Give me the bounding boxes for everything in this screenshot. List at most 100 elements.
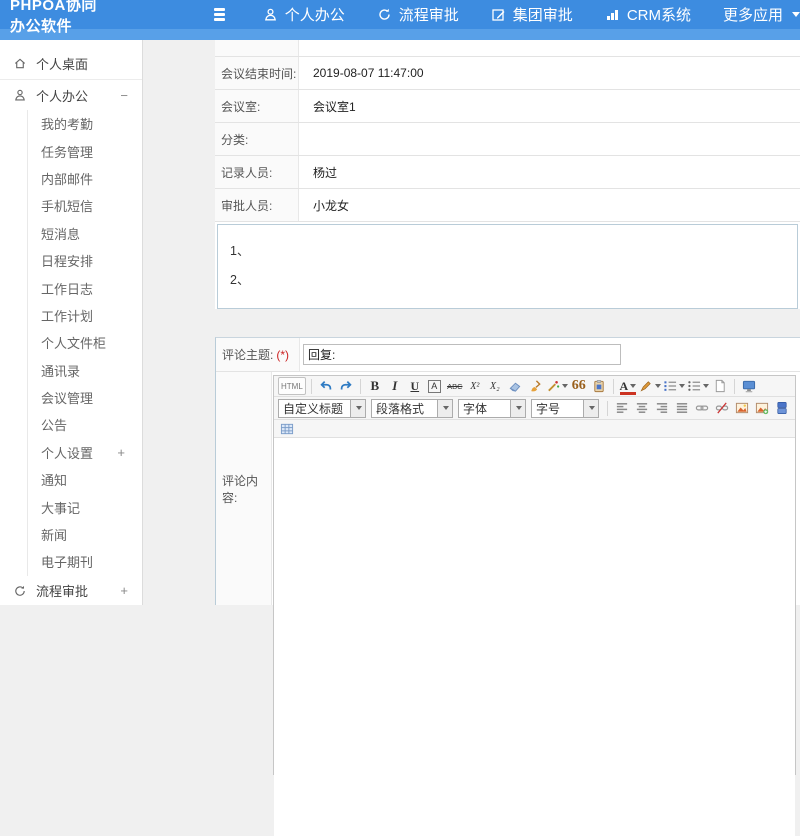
sidebar: 个人桌面 个人办公 − 我的考勤 任务管理 内部邮件 手机短信 短消息 日程安排… (0, 40, 143, 605)
table-row (215, 40, 800, 57)
dropdown-caret (589, 406, 595, 410)
edit-icon (491, 7, 506, 22)
redo-button[interactable] (337, 377, 355, 395)
font-color-button[interactable]: A (619, 377, 637, 395)
dropdown-caret (655, 384, 661, 388)
toolbar-separator (613, 379, 614, 394)
html-source-button[interactable]: HTML (278, 377, 306, 395)
sidebar-item-work-plan[interactable]: 工作计划 (28, 302, 142, 329)
sidebar-item-memorabilia[interactable]: 大事记 (28, 493, 142, 520)
toolbar-separator (360, 379, 361, 394)
char-border-button[interactable]: A (426, 377, 444, 395)
comment-subject-label: 评论主题: (222, 346, 273, 363)
superscript-button[interactable]: X² (466, 377, 484, 395)
editor-content-area[interactable] (274, 438, 795, 836)
magic-wand-icon (546, 379, 560, 393)
align-left-button[interactable] (613, 399, 631, 417)
dropdown-caret (356, 406, 362, 410)
new-page-button[interactable] (711, 377, 729, 395)
sidebar-item-personal-settings[interactable]: 个人设置+ (28, 439, 142, 466)
sidebar-item-meeting-management[interactable]: 会议管理 (28, 384, 142, 411)
marker-pen-icon (639, 379, 653, 393)
unordered-list-button[interactable] (687, 377, 709, 395)
blank-page-icon (713, 379, 727, 393)
sidebar-item-desktop[interactable]: 个人桌面 (0, 47, 142, 80)
unlink-button[interactable] (713, 399, 731, 417)
user-icon (13, 88, 27, 102)
main-menu: 个人办公 流程审批 集团审批 CRM系统 更多应用 (263, 4, 800, 25)
custom-title-select[interactable]: 自定义标题 (278, 399, 366, 418)
blockquote-button[interactable]: 66 (570, 377, 588, 395)
sidebar-item-attendance[interactable]: 我的考勤 (28, 110, 142, 137)
align-center-button[interactable] (633, 399, 651, 417)
sidebar-item-work-log[interactable]: 工作日志 (28, 274, 142, 301)
italic-button[interactable]: I (386, 377, 404, 395)
strikethrough-button[interactable]: ABC (446, 377, 464, 395)
sidebar-item-short-message[interactable]: 短消息 (28, 220, 142, 247)
sidebar-item-announcement[interactable]: 公告 (28, 411, 142, 438)
sidebar-item-file-cabinet[interactable]: 个人文件柜 (28, 329, 142, 356)
table-row: 分类: (215, 123, 800, 156)
clipboard-icon (592, 379, 606, 393)
sidebar-item-contacts[interactable]: 通讯录 (28, 357, 142, 384)
monitor-icon (742, 379, 756, 393)
required-mark: (*) (276, 348, 289, 362)
chevron-down-icon (792, 12, 800, 17)
dropdown-caret (630, 384, 636, 388)
fullscreen-button[interactable] (740, 377, 758, 395)
format-brush-button[interactable] (526, 377, 544, 395)
nav-more-apps[interactable]: 更多应用 (723, 4, 800, 25)
paragraph-format-select[interactable]: 段落格式 (371, 399, 453, 418)
section-divider (215, 309, 800, 337)
dropdown-caret (679, 384, 685, 388)
dropdown-caret (516, 406, 522, 410)
meeting-content-box: 1、 2、 (217, 224, 798, 309)
hamburger-menu-icon[interactable] (214, 6, 225, 24)
sidebar-item-news[interactable]: 新闻 (28, 521, 142, 548)
highlight-button[interactable] (639, 377, 661, 395)
sidebar-item-internal-mail[interactable]: 内部邮件 (28, 165, 142, 192)
paste-button[interactable] (590, 377, 608, 395)
subscript-button[interactable]: X₂ (486, 377, 504, 395)
nav-personal-office[interactable]: 个人办公 (263, 4, 345, 25)
nav-group-approval[interactable]: 集团审批 (491, 4, 573, 25)
cycle-icon (13, 584, 27, 598)
expand-toggle[interactable]: + (117, 445, 125, 460)
field-label: 会议室: (215, 90, 299, 122)
ordered-list-button[interactable] (663, 377, 685, 395)
autotypeset-button[interactable] (546, 377, 568, 395)
cycle-icon (377, 7, 392, 22)
underline-button[interactable]: U (406, 377, 424, 395)
sidebar-item-sms[interactable]: 手机短信 (28, 192, 142, 219)
expand-toggle[interactable]: + (120, 583, 128, 598)
rich-text-editor: HTML B I U A ABC X² X₂ (273, 375, 796, 775)
insert-media-button[interactable] (773, 399, 791, 417)
sidebar-item-workflow-approval[interactable]: 流程审批 + (0, 576, 142, 606)
collapse-toggle[interactable]: − (120, 88, 128, 103)
sidebar-item-e-journal[interactable]: 电子期刊 (28, 548, 142, 575)
sidebar-item-personal-office[interactable]: 个人办公 − (0, 80, 142, 110)
image-upload-icon (755, 401, 769, 415)
justify-button[interactable] (673, 399, 691, 417)
font-family-select[interactable]: 字体 (458, 399, 526, 418)
insert-table-button[interactable] (278, 420, 296, 438)
font-size-select[interactable]: 字号 (531, 399, 599, 418)
comment-subject-input[interactable] (303, 344, 621, 365)
undo-icon (319, 379, 333, 393)
insert-image-button[interactable] (733, 399, 751, 417)
sidebar-item-tasks[interactable]: 任务管理 (28, 137, 142, 164)
undo-button[interactable] (317, 377, 335, 395)
link-button[interactable] (693, 399, 711, 417)
field-value: 2019-08-07 11:47:00 (299, 57, 800, 89)
nav-crm-system[interactable]: CRM系统 (605, 4, 691, 25)
sidebar-item-schedule[interactable]: 日程安排 (28, 247, 142, 274)
align-right-button[interactable] (653, 399, 671, 417)
toolbar-separator (734, 379, 735, 394)
toolbar-separator (607, 401, 608, 416)
nav-workflow-approval[interactable]: 流程审批 (377, 4, 459, 25)
remove-format-button[interactable] (506, 377, 524, 395)
upload-image-button[interactable] (753, 399, 771, 417)
bold-button[interactable]: B (366, 377, 384, 395)
sidebar-item-notice[interactable]: 通知 (28, 466, 142, 493)
align-center-icon (635, 401, 649, 415)
